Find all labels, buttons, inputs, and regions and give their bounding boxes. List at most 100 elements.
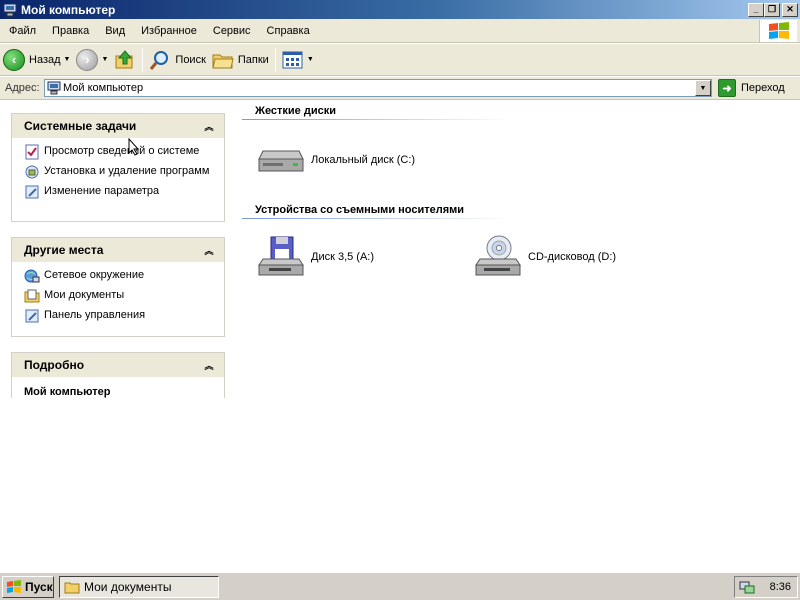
drive-label: Диск 3,5 (A:) (311, 251, 375, 263)
system-tasks-panel: Системные задачи ︽ Просмотр сведений о с… (11, 113, 225, 222)
details-header[interactable]: Подробно ︽ (12, 353, 224, 377)
details-name: Мой компьютер (24, 386, 111, 398)
menu-view[interactable]: Вид (97, 25, 133, 37)
menu-favorites[interactable]: Избранное (133, 25, 205, 37)
taskbar-item-my-documents[interactable]: Мои документы (59, 575, 219, 598)
close-button[interactable]: ✕ (782, 2, 798, 17)
other-places-panel: Другие места ︽ Сетевое окружение Мои док… (11, 237, 225, 337)
taskbar-item-label: Мои документы (84, 579, 172, 594)
clock[interactable]: 8:36 (770, 581, 791, 593)
network-tray-icon[interactable] (739, 579, 755, 595)
my-computer-icon (47, 81, 61, 95)
menu-file[interactable]: Файл (0, 25, 44, 37)
task-add-remove-programs[interactable]: Установка и удаление программ (24, 164, 216, 180)
task-label: Просмотр сведений о системе (44, 145, 200, 157)
control-panel-icon (25, 309, 39, 323)
back-dropdown-icon[interactable]: ▼ (64, 56, 71, 63)
address-value: Мой компьютер (63, 82, 144, 94)
go-button[interactable]: ➜ Переход (718, 79, 785, 97)
search-button[interactable]: Поиск (146, 46, 208, 74)
network-icon (24, 269, 40, 283)
windows-logo-icon (759, 20, 797, 42)
windows-flag-icon (7, 579, 21, 593)
my-documents-icon (24, 289, 40, 303)
place-label: Мои документы (44, 289, 125, 301)
views-button[interactable]: ▼ (279, 46, 317, 74)
task-label: Изменение параметра (44, 185, 160, 197)
floppy-drive-icon (258, 236, 304, 276)
search-label: Поиск (175, 53, 206, 66)
title-bar[interactable]: Мой компьютер _ ❐ ✕ (0, 0, 800, 19)
folders-label: Папки (237, 53, 269, 66)
drive-a[interactable]: Диск 3,5 (A:) (257, 235, 374, 279)
task-view-system-info[interactable]: Просмотр сведений о системе (24, 144, 216, 160)
toolbar-separator (142, 47, 144, 72)
place-label: Сетевое окружение (44, 269, 145, 281)
details-title: Подробно (24, 358, 85, 372)
address-bar: Адрес: Мой компьютер ▼ ➜ Переход (0, 77, 800, 100)
up-button[interactable] (111, 46, 139, 74)
taskbar: Пуск Мои документы 8:36 (0, 572, 800, 600)
system-info-icon (25, 144, 39, 160)
mouse-cursor-icon (128, 138, 140, 156)
forward-button[interactable]: › ▼ (73, 46, 111, 74)
drive-label: Локальный диск (C:) (311, 154, 416, 166)
place-label: Панель управления (44, 309, 146, 321)
collapse-chevron-icon[interactable]: ︽ (202, 358, 216, 372)
menu-tools[interactable]: Сервис (205, 25, 259, 37)
maximize-button[interactable]: ❐ (764, 2, 780, 17)
hard-disks-title: Жесткие диски (255, 105, 336, 117)
other-places-header[interactable]: Другие места ︽ (12, 238, 224, 262)
back-label: Назад (29, 53, 61, 66)
cd-drive-icon (475, 235, 521, 276)
start-label: Пуск (25, 579, 53, 594)
back-arrow-icon: ‹ (3, 48, 25, 71)
forward-arrow-icon: › (76, 48, 99, 71)
back-button[interactable]: ‹ Назад ▼ (0, 46, 73, 74)
window-title: Мой компьютер (21, 2, 116, 17)
removable-title: Устройства со съемными носителями (255, 204, 465, 216)
other-places-title: Другие места (24, 243, 104, 257)
system-tray: 8:36 (734, 575, 798, 598)
folder-icon (64, 582, 80, 593)
my-computer-icon (3, 3, 17, 16)
menu-bar: Файл Правка Вид Избранное Сервис Справка (0, 19, 800, 43)
folders-icon (212, 54, 234, 68)
views-icon (282, 51, 303, 68)
system-tasks-header[interactable]: Системные задачи ︽ (12, 114, 224, 138)
go-label: Переход (741, 82, 785, 94)
collapse-chevron-icon[interactable]: ︽ (202, 243, 216, 257)
search-icon (150, 50, 169, 70)
place-network[interactable]: Сетевое окружение (24, 268, 216, 284)
control-panel-setting-icon (25, 185, 39, 199)
address-dropdown-icon[interactable]: ▼ (695, 80, 711, 96)
toolbar: ‹ Назад ▼ › ▼ Поиск Папки ▼ (0, 44, 800, 76)
folders-button[interactable]: Папки (209, 46, 272, 74)
add-remove-programs-icon (25, 165, 39, 179)
task-change-setting[interactable]: Изменение параметра (24, 184, 216, 200)
hard-drive-icon (258, 150, 304, 172)
forward-dropdown-icon[interactable]: ▼ (101, 56, 108, 63)
collapse-chevron-icon[interactable]: ︽ (202, 119, 216, 133)
place-control-panel[interactable]: Панель управления (24, 308, 216, 324)
place-my-documents[interactable]: Мои документы (24, 288, 216, 304)
views-dropdown-icon[interactable]: ▼ (307, 56, 314, 63)
folder-up-icon (115, 49, 133, 68)
details-panel: Подробно ︽ Мой компьютер (11, 352, 225, 398)
address-input[interactable]: Мой компьютер ▼ (44, 79, 712, 97)
drive-c[interactable]: Локальный диск (C:) (257, 145, 415, 175)
system-tasks-title: Системные задачи (24, 119, 137, 133)
minimize-button[interactable]: _ (748, 2, 764, 17)
toolbar-separator (274, 47, 276, 72)
section-divider (242, 119, 512, 120)
go-arrow-icon: ➜ (718, 79, 736, 97)
start-button[interactable]: Пуск (2, 575, 54, 598)
drive-label: CD-дисковод (D:) (528, 251, 617, 263)
task-label: Установка и удаление программ (44, 165, 210, 177)
menu-help[interactable]: Справка (259, 25, 318, 37)
address-label: Адрес: (5, 82, 40, 94)
content-area: Системные задачи ︽ Просмотр сведений о с… (0, 101, 800, 572)
menu-edit[interactable]: Правка (44, 25, 97, 37)
section-divider (242, 218, 512, 219)
drive-d[interactable]: CD-дисковод (D:) (474, 235, 616, 279)
